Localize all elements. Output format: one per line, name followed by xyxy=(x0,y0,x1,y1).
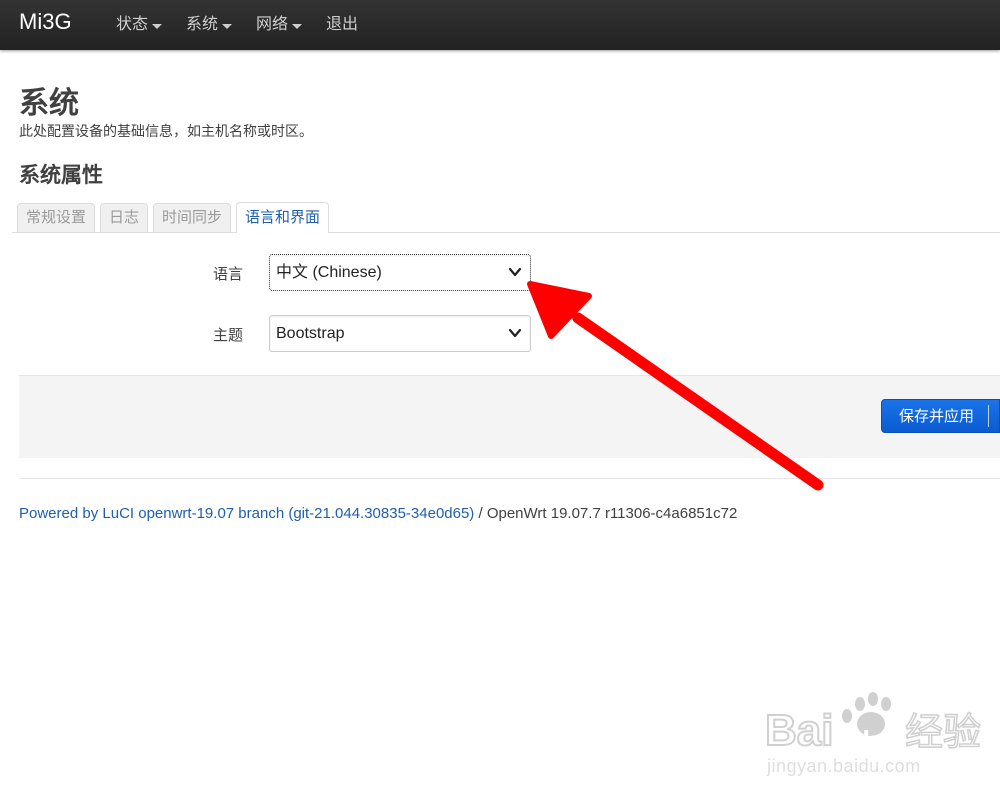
page-title: 系统 xyxy=(19,87,79,120)
openwrt-version: OpenWrt 19.07.7 r11306-c4a6851c72 xyxy=(486,505,738,522)
nav-status-label: 状态 xyxy=(116,16,149,33)
save-apply-label: 保存并应用 xyxy=(899,408,975,425)
brand-logo[interactable]: Mi3G xyxy=(19,9,72,35)
tab-bar: 常规设置 日志 时间同步 语言和界面 xyxy=(12,201,1000,233)
split-button-divider xyxy=(988,405,989,427)
page-description: 此处配置设备的基础信息，如主机名称或时区。 xyxy=(19,123,313,139)
language-select[interactable]: 中文 (Chinese) xyxy=(269,254,531,291)
nav-network-menu[interactable]: 网络 xyxy=(244,0,314,50)
baidu-paw-logo-icon: Bai du 经验 xyxy=(765,692,982,755)
language-label: 语言 xyxy=(212,266,243,283)
chevron-down-icon xyxy=(508,328,522,338)
footer-divider xyxy=(19,478,1000,479)
save-apply-button[interactable]: 保存并应用 xyxy=(881,399,1000,433)
nav-logout-link[interactable]: 退出 xyxy=(314,0,370,50)
caret-down-icon xyxy=(222,23,233,29)
baidu-watermark: Bai du 经验 jingyan.baidu.com xyxy=(765,690,995,785)
svg-text:du: du xyxy=(853,725,887,755)
chevron-down-icon xyxy=(508,267,522,277)
tab-time-sync[interactable]: 时间同步 xyxy=(153,203,232,232)
nav-network-label: 网络 xyxy=(256,16,289,33)
caret-down-icon xyxy=(152,23,163,29)
nav-logout-label: 退出 xyxy=(326,16,359,33)
main-nav: 状态 系统 网络 退出 xyxy=(104,0,370,50)
nav-status-menu[interactable]: 状态 xyxy=(104,0,174,50)
nav-system-menu[interactable]: 系统 xyxy=(174,0,244,50)
tab-logging[interactable]: 日志 xyxy=(100,203,149,232)
theme-label: 主题 xyxy=(212,327,243,344)
luci-link[interactable]: Powered by LuCI openwrt-19.07 branch (gi… xyxy=(19,505,474,522)
svg-text:经验: 经验 xyxy=(905,710,981,754)
theme-select[interactable]: Bootstrap xyxy=(269,315,531,352)
footer-separator: / xyxy=(474,505,487,522)
nav-system-label: 系统 xyxy=(186,16,219,33)
caret-down-icon xyxy=(292,23,303,29)
section-title: 系统属性 xyxy=(19,164,103,187)
top-navbar: Mi3G 状态 系统 网络 退出 xyxy=(0,0,1000,50)
footer: Powered by LuCI openwrt-19.07 branch (gi… xyxy=(19,505,737,522)
tab-language-interface[interactable]: 语言和界面 xyxy=(236,202,330,233)
svg-text:Bai: Bai xyxy=(765,706,833,755)
form-actions-bar xyxy=(19,375,1000,458)
language-select-value: 中文 (Chinese) xyxy=(276,264,382,281)
tab-general-settings[interactable]: 常规设置 xyxy=(17,203,96,232)
theme-select-value: Bootstrap xyxy=(276,325,345,342)
watermark-url: jingyan.baidu.com xyxy=(767,756,921,776)
